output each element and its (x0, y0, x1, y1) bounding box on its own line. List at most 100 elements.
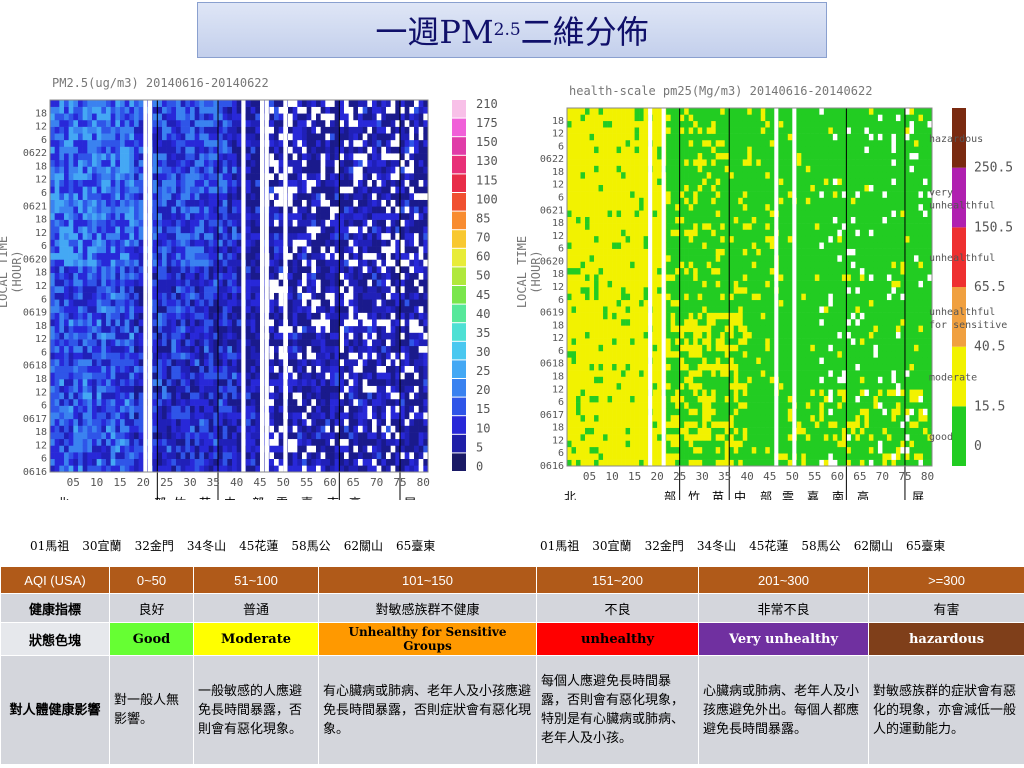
y-tick-label: 18 (552, 218, 564, 229)
colorbar-tick-label: 150 (476, 135, 498, 149)
table-cell: 對一般人無影響。 (109, 655, 194, 765)
region-label: 北 (564, 490, 576, 500)
y-tick-label: 0618 (540, 359, 564, 370)
region-label: 苗 (712, 490, 724, 500)
colorbar-swatch (452, 100, 466, 118)
y-tick-label: 12 (35, 122, 47, 133)
y-tick-label: 0619 (23, 308, 47, 319)
colorbar-swatch (452, 360, 466, 378)
table-cell: 有心臟病或肺病、老年人及小孩應避免長時間暴露，否則症狀會有惡化現象。 (318, 655, 537, 765)
x-tick-label: 70 (370, 476, 383, 489)
station-label: 58馬公 (291, 539, 331, 553)
y-tick-label: 0618 (23, 361, 47, 372)
x-tick-label: 60 (831, 470, 844, 483)
colorbar-swatch (452, 434, 466, 453)
station-label: 45花蓮 (239, 539, 279, 553)
colorbar-tick-label: 250.5 (974, 161, 1013, 176)
x-tick-label: 75 (898, 470, 911, 483)
table-cell: 心臟病或肺病、老年人及小孩應避免外出。每個人都應避免長時間暴露。 (698, 655, 869, 765)
region-label: 嘉 (807, 490, 819, 500)
station-label: 65臺東 (395, 539, 436, 553)
y-tick-label: 12 (552, 333, 564, 344)
y-tick-label: 18 (35, 374, 47, 385)
colorbar-tick-label: 150.5 (974, 220, 1013, 235)
station-label: 01馬祖 (540, 539, 580, 553)
y-tick-label: 18 (35, 321, 47, 332)
station-label: 30宜蘭 (592, 539, 632, 553)
region-label: 部 (252, 495, 264, 500)
region-label: 雲 (782, 490, 794, 500)
aqi-header-cell: 201~300 (698, 566, 869, 594)
table-cell: 不良 (536, 593, 699, 623)
x-tick-label: 10 (605, 470, 618, 483)
x-tick-label: 80 (921, 470, 934, 483)
colorbar-tick-label: 35 (476, 326, 490, 340)
row-header: 健康指標 (0, 593, 110, 623)
y-tick-label: 12 (35, 228, 47, 239)
swatch-very-unhealthy: Very unhealthy (698, 622, 869, 656)
y-tick-label: 0616 (540, 461, 564, 472)
heatmap-cells (50, 100, 429, 473)
y-tick-label: 6 (558, 346, 564, 357)
x-tick-label: 25 (160, 476, 173, 489)
x-tick-label: 25 (673, 470, 686, 483)
x-tick-label: 30 (183, 476, 196, 489)
swatch-unhealthy: unhealthy (536, 622, 699, 656)
left-heatmap: 05 10 15 20 25 30 35 40 45 50 55 60 65 70 75 8006166121… (23, 97, 498, 500)
colorbar-swatch (452, 155, 466, 174)
y-tick-label: 6 (558, 141, 564, 152)
colorbar-swatch (452, 453, 466, 471)
y-tick-label: 6 (41, 454, 47, 465)
region-label: 高 (349, 495, 361, 500)
aqi-table: AQI (USA) 0~50 51~100 101~150 151~200 20… (0, 566, 1024, 765)
colorbar-tick-label: 40 (476, 307, 490, 321)
y-tick-label: 18 (552, 372, 564, 383)
colorbar-swatch (452, 193, 466, 211)
colorbar-tick-label: 15.5 (974, 399, 1005, 414)
x-tick-label: 15 (113, 476, 126, 489)
colorbar-tick-label: 25 (476, 364, 490, 378)
y-tick-label: 0622 (23, 148, 47, 159)
right-station-labels: 01馬祖 30宜蘭 32金門 34冬山 45花蓮 58馬公 62關山 65臺東 (540, 537, 958, 554)
colorbar-tick-label: 5 (476, 440, 483, 454)
y-tick-label: 6 (41, 135, 47, 146)
y-tick-label: 12 (552, 435, 564, 446)
x-tick-label: 20 (137, 476, 150, 489)
colorbar-tick-label: 0 (974, 439, 982, 454)
colorbar-swatch (452, 118, 466, 137)
colorbar-tick-label: 60 (476, 250, 490, 264)
region-label: 中 (224, 495, 236, 500)
x-tick-label: 10 (90, 476, 103, 489)
y-tick-label: 12 (35, 281, 47, 292)
title-tail: 二維分佈 (520, 13, 649, 51)
colorbar-tick-label: 45 (476, 288, 490, 302)
y-tick-label: 6 (558, 244, 564, 255)
y-tick-label: 0620 (23, 254, 47, 265)
region-label: 屏 (912, 490, 924, 500)
y-tick-label: 6 (558, 448, 564, 459)
y-tick-label: 6 (41, 401, 47, 412)
y-tick-label: 18 (552, 423, 564, 434)
y-tick-label: 12 (35, 334, 47, 345)
aqi-header-cell: 0~50 (109, 566, 194, 594)
colorbar-category-label: unhealthful (929, 307, 995, 318)
y-tick-label: 12 (552, 384, 564, 395)
station-label: 62關山 (343, 539, 383, 553)
colorbar-tick-label: 30 (476, 345, 490, 359)
colorbar-tick-label: 15 (476, 402, 490, 416)
region-label: 部 (664, 489, 676, 500)
region-label: 高 (857, 489, 869, 500)
station-label: 01馬祖 (30, 539, 70, 553)
colorbar-swatch (452, 379, 466, 397)
colorbar-tick-label: 10 (476, 421, 490, 435)
y-tick-label: 18 (552, 320, 564, 331)
y-tick-label: 18 (35, 108, 47, 119)
table-cell: 對敏感族群的症狀會有惡化的現象，亦會減低一般人的運動能力。 (868, 655, 1024, 765)
colorbar-swatch (452, 230, 466, 248)
x-tick-label: 50 (277, 476, 290, 489)
title-subscript: 2.5 (493, 20, 521, 40)
y-tick-label: 12 (35, 440, 47, 451)
y-tick-label: 6 (558, 295, 564, 306)
x-tick-label: 15 (628, 470, 641, 483)
colorbar-swatch (952, 406, 966, 466)
